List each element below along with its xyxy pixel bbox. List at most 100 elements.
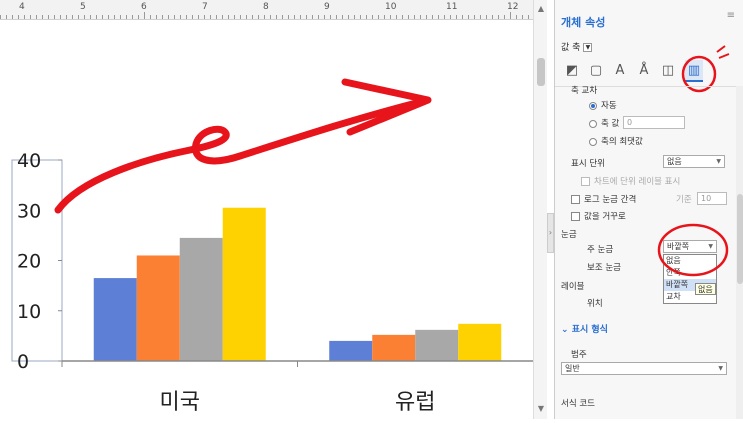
log-scale-checkbox[interactable]: 로그 눈금 간격	[571, 193, 636, 205]
display-unit-select[interactable]: 없음 ▼	[663, 155, 725, 168]
ruler-number: 11	[446, 2, 458, 12]
checkbox-icon[interactable]	[571, 212, 580, 221]
scroll-thumb[interactable]	[537, 58, 545, 86]
bar[interactable]	[372, 334, 416, 361]
ruler-tick	[234, 15, 235, 19]
ruler-tick	[0, 15, 1, 19]
format-section-header[interactable]: ⌄ 표시 형식	[561, 322, 608, 335]
ruler-tick	[306, 15, 307, 19]
ruler-tick	[126, 15, 127, 19]
ruler-tick	[450, 15, 451, 19]
ruler-tick	[246, 15, 247, 19]
ruler-tick	[174, 15, 175, 19]
position-label: 위치	[587, 299, 603, 309]
document-canvas[interactable]: 0 10 20 30 40 미국 유럽	[0, 20, 533, 419]
ruler-tick	[438, 15, 439, 19]
ruler-tick	[144, 12, 145, 19]
ruler-tick	[300, 15, 301, 19]
ruler-tick	[24, 15, 25, 19]
axis-value-input[interactable]: 0	[623, 116, 685, 129]
bar[interactable]	[222, 207, 266, 361]
bar[interactable]	[415, 329, 459, 361]
ruler-tick	[486, 15, 487, 19]
ruler-tick	[222, 15, 223, 19]
document-scrollbar[interactable]: ▲ ▼	[533, 0, 547, 419]
ruler-tick	[96, 15, 97, 19]
y-tick-label: 10	[17, 301, 41, 323]
ruler-tick	[348, 15, 349, 19]
ruler-tick	[354, 15, 355, 19]
reverse-checkbox[interactable]: 값을 거꾸로	[571, 210, 626, 222]
panel-title: 개체 속성	[561, 16, 606, 29]
text-effect-icon[interactable]: A	[611, 60, 629, 82]
panel-scrollbar[interactable]	[736, 86, 743, 419]
ruler-tick	[186, 15, 187, 19]
ruler-tick	[432, 15, 433, 19]
ruler-tick	[162, 15, 163, 19]
line-icon[interactable]: ▢	[587, 60, 605, 82]
bar[interactable]	[136, 255, 180, 361]
radio-icon[interactable]	[589, 119, 597, 128]
panel-collapse-handle[interactable]: ›	[547, 213, 554, 253]
x-category-label: 유럽	[395, 390, 435, 415]
ruler-tick	[66, 15, 67, 19]
ruler-tick	[216, 15, 217, 19]
ruler-tick	[288, 15, 289, 19]
annotation-arrow	[54, 98, 424, 214]
bar[interactable]	[93, 278, 137, 361]
display-unit-value: 없음	[667, 157, 682, 166]
ruler-number: 12	[507, 2, 519, 12]
ruler-number: 7	[202, 2, 208, 12]
scroll-up-icon[interactable]: ▲	[536, 4, 546, 14]
bar[interactable]	[329, 340, 373, 361]
text-icon[interactable]: Å	[635, 60, 653, 82]
checkbox-icon[interactable]	[581, 177, 590, 186]
radio-auto[interactable]: 자동	[589, 99, 617, 111]
ruler-tick	[180, 15, 181, 19]
ruler-tick	[264, 15, 265, 19]
show-unit-label-checkbox[interactable]: 차트에 단위 레이블 표시	[581, 175, 680, 187]
horizontal-ruler[interactable]: 4 5 6 7 8 9 10 11 12	[0, 0, 533, 20]
axis-selector[interactable]: 값 축 ▼	[561, 40, 593, 53]
ruler-tick	[252, 15, 253, 19]
panel-menu-icon[interactable]: ≡	[727, 10, 735, 21]
log-base-input[interactable]: 10	[697, 192, 727, 205]
bar[interactable]	[458, 323, 502, 361]
ruler-tick	[396, 15, 397, 19]
object-properties-panel: 개체 속성 ≡ 값 축 ▼ ◩ ▢ A Å ◫ ▥ 축 교차 자동 축 값 0 축…	[554, 0, 743, 419]
radio-icon[interactable]	[589, 137, 597, 146]
ruler-tick	[36, 15, 37, 19]
scroll-down-icon[interactable]: ▼	[536, 404, 546, 414]
ruler-tick	[402, 15, 403, 19]
fill-icon[interactable]: ◩	[563, 60, 581, 82]
ruler-tick	[240, 15, 241, 19]
ruler-tick	[6, 15, 7, 19]
ruler-tick	[294, 15, 295, 19]
radio-auto-label: 자동	[601, 101, 617, 111]
bar-chart[interactable]: 0 10 20 30 40 미국 유럽	[0, 20, 533, 419]
ruler-tick	[18, 15, 19, 19]
category-select[interactable]: 일반 ▼	[561, 362, 727, 375]
ruler-tick	[444, 15, 445, 19]
bar[interactable]	[179, 237, 223, 361]
radio-axis-max[interactable]: 축의 최댓값	[589, 135, 643, 147]
ruler-tick	[54, 15, 55, 19]
y-tick-label: 20	[17, 251, 41, 273]
ruler-tick	[210, 15, 211, 19]
ruler-tick	[498, 15, 499, 19]
ruler-tick	[102, 15, 103, 19]
chevron-down-icon[interactable]: ▼	[583, 43, 593, 52]
radio-icon[interactable]	[589, 101, 597, 110]
ruler-tick	[360, 15, 361, 19]
radio-axis-value[interactable]: 축 값	[589, 117, 619, 129]
annotation-circle	[657, 223, 729, 277]
panel-scroll-thumb[interactable]	[737, 194, 743, 284]
category-value: 일반	[565, 364, 580, 373]
ruler-tick	[516, 15, 517, 19]
checkbox-icon[interactable]	[571, 195, 580, 204]
ruler-tick	[12, 15, 13, 19]
ruler-tick	[480, 15, 481, 19]
ruler-tick	[72, 15, 73, 19]
ruler-tick	[324, 15, 325, 19]
ruler-number: 9	[324, 2, 330, 12]
